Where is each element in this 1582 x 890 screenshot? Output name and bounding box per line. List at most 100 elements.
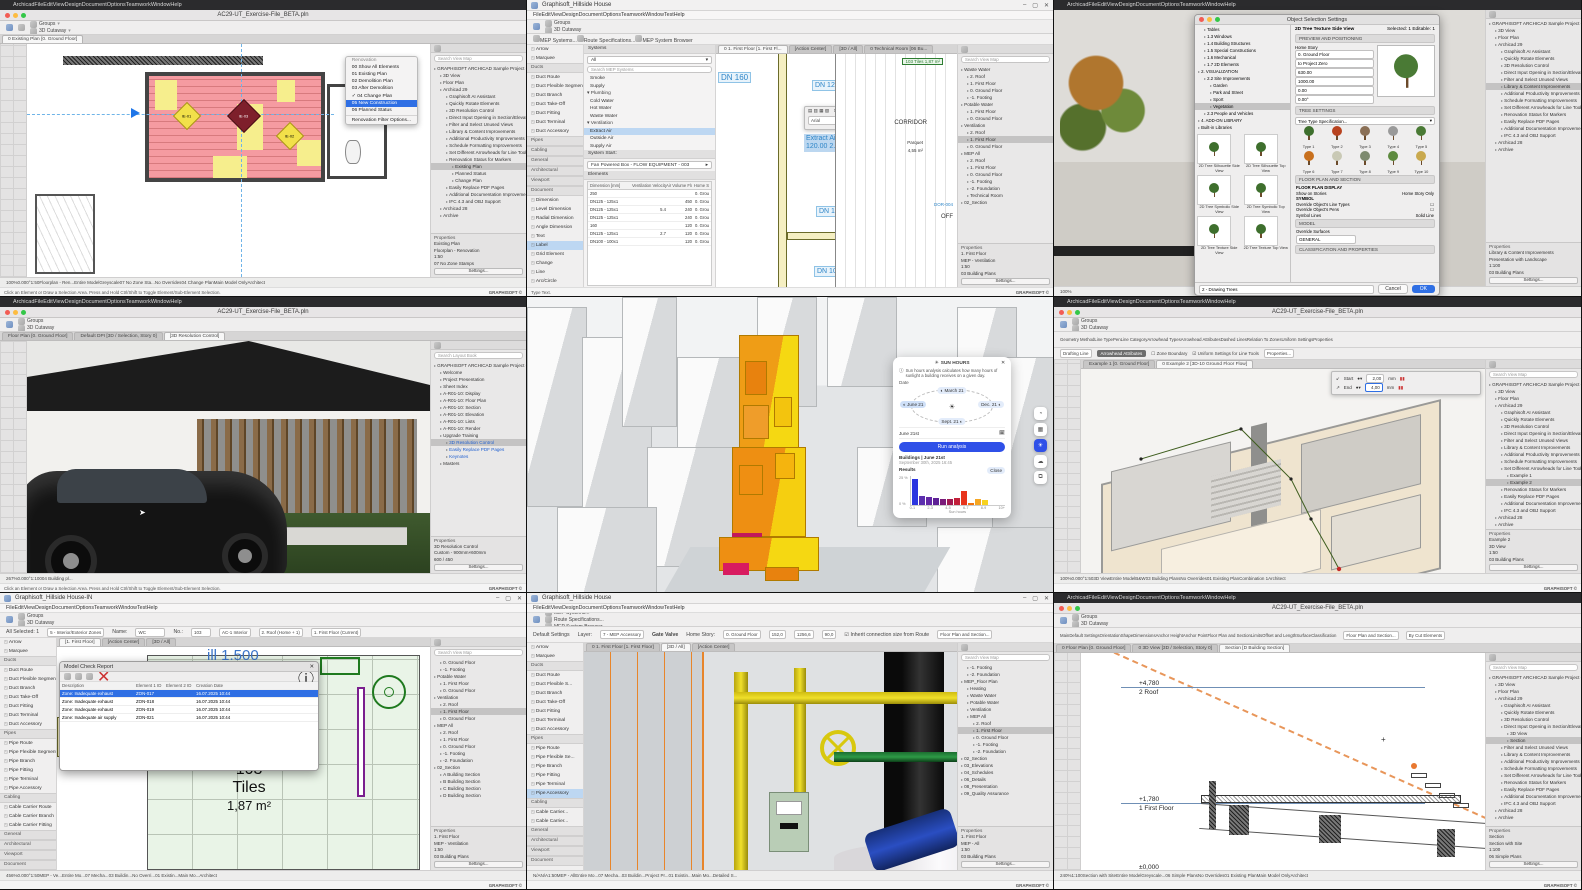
library-folder[interactable]: Tables [1195, 26, 1290, 33]
toolbox-item[interactable]: Pipe Fitting [527, 771, 583, 780]
tree-item[interactable]: GRAPHISOFT ARCHICAD Sample Project - Hil… [1486, 381, 1581, 388]
quick-option[interactable]: 07 No Zone Sta... [120, 280, 155, 285]
menu-item[interactable]: Document [1136, 2, 1161, 8]
tree-item[interactable]: Archicad 29 [1486, 402, 1581, 409]
section-tree-settings[interactable]: TREE SETTINGS [1295, 106, 1435, 115]
toolbox-item[interactable]: Ducts [527, 661, 583, 671]
duct-plan-canvas[interactable]: DN 160 DN 125 DN 125 DN 100 DN 100 ▤ ▥ ▦… [716, 54, 957, 287]
tree-item[interactable]: Schedule Formatting Improvements [1486, 458, 1581, 465]
settings-button[interactable]: Settings... [1489, 564, 1578, 571]
tree-item[interactable]: 03_Elevations [958, 762, 1053, 769]
quick-option[interactable]: Main Model Only [1257, 873, 1291, 878]
navigator-header[interactable] [1486, 360, 1581, 369]
library-folder[interactable]: 2.3 People and Vehicles [1195, 110, 1290, 117]
view-map-search[interactable]: Search View Map [434, 649, 523, 656]
tree-item[interactable]: GRAPHISOFT ARCHICAD Sample Project - Hil… [1486, 674, 1581, 681]
quick-option[interactable]: Architect [1268, 576, 1286, 581]
toolbox-item[interactable]: Pipe Fitting [0, 766, 56, 775]
weather-tool[interactable]: ☁ [1034, 455, 1047, 468]
quick-option[interactable]: Floorplan - Ren... [39, 280, 74, 285]
properties-dropdown[interactable]: Properties... [1264, 349, 1294, 358]
toolbar-group[interactable]: Default Settings [1069, 633, 1099, 638]
tree-item[interactable]: Masters [431, 460, 526, 467]
toolbar-group[interactable]: Anchor Height [1156, 633, 1183, 638]
tree-item[interactable]: Waste Water [958, 692, 1053, 699]
tree-item[interactable]: Archicad 29 [1486, 41, 1581, 48]
layout-search[interactable]: Search Layout Book [434, 352, 523, 359]
menu-item[interactable]: Design [1119, 299, 1136, 305]
tree-item[interactable]: 1. First Floor [958, 108, 1053, 115]
tree-item[interactable]: Ventilation [958, 122, 1053, 129]
toolbox-item[interactable]: Cable Carrier... [527, 808, 583, 817]
tree-type[interactable]: Type 4 [1380, 126, 1407, 150]
menu-item[interactable]: Help [674, 12, 685, 18]
tree-item[interactable]: Archicad 28 [1486, 514, 1581, 521]
toolbox-item[interactable]: Marquee [527, 652, 583, 661]
tree-item[interactable]: Schedule Formatting Improvements [431, 142, 526, 149]
toolbox-item[interactable]: Line [527, 268, 583, 277]
tab[interactable]: 0 Technical Room [06 Bu... [864, 45, 933, 53]
menu-item[interactable]: Options [1161, 299, 1180, 305]
menu-item[interactable]: Window [151, 299, 171, 305]
toolbar-button[interactable]: 3D Cutaway [1072, 325, 1108, 332]
tree-item[interactable]: Schedule Formatting Improvements [1486, 97, 1581, 104]
toolbox-item[interactable]: Pipe Branch [527, 762, 583, 771]
system-item[interactable]: Smoke [584, 75, 715, 83]
tree-item[interactable]: GRAPHISOFT ARCHICAD Sample Project - Hil… [1486, 20, 1581, 27]
quick-option[interactable]: 07 Mecha... [85, 873, 109, 878]
run-analysis-button[interactable]: Run analysis [899, 442, 1005, 452]
toolbox-item[interactable]: Architectural [527, 836, 583, 846]
bottom-field[interactable]: 152,0 [769, 630, 786, 639]
toolbox-item[interactable]: Ducts [527, 63, 583, 73]
orbit-tool[interactable]: ◔ [1034, 407, 1047, 420]
quick-option[interactable]: Main Model Only [214, 280, 248, 285]
table-row[interactable]: 1601200. Grou [588, 222, 711, 230]
undo-icon[interactable] [18, 24, 25, 31]
quick-option[interactable]: 240% [1060, 873, 1072, 878]
toolbox-item[interactable]: Pipes [527, 734, 583, 744]
mep-toolbar-button[interactable]: MEP System Browser [635, 38, 692, 44]
tree-item[interactable]: 2. Roof [958, 157, 1053, 164]
quick-option[interactable]: 1:100 [31, 576, 42, 581]
tree-item[interactable]: Library & Content Improvements [1486, 83, 1581, 90]
quick-option[interactable]: MEP - Ve... [39, 873, 62, 878]
close-icon[interactable]: ✕ [1001, 361, 1005, 366]
quick-option[interactable]: Entire Model [1110, 576, 1135, 581]
tree-item[interactable]: Renovation Status for Markers [1486, 111, 1581, 118]
menu-item[interactable]: Document [52, 605, 76, 611]
toolbar-group[interactable]: Dimensions [1133, 633, 1155, 638]
toolbox-item[interactable]: Marquee [527, 54, 583, 63]
menu-item[interactable]: Window [1205, 2, 1225, 8]
view-map-search[interactable]: Search View Map [434, 55, 523, 62]
menu-item[interactable]: Document [1136, 299, 1161, 305]
toolbox-item[interactable]: Duct Branch [527, 689, 583, 698]
toolbox-item[interactable]: Pipes [0, 729, 56, 739]
navigator-header[interactable] [1486, 653, 1581, 662]
navigator-header[interactable] [431, 341, 526, 350]
menu-item[interactable]: Document [579, 605, 603, 611]
mep-toolbar-button[interactable]: Route Specifications... [577, 38, 636, 44]
tree-item[interactable]: 0. Ground Floor [958, 87, 1053, 94]
floor-plan-canvas[interactable]: IE-01 IE-03 IE-02 Renovation 00 Show All… [27, 44, 430, 277]
quick-option[interactable]: Entire Mo... [575, 873, 598, 878]
tree-item[interactable]: 0. Ground Floor [431, 743, 526, 750]
menu-item[interactable]: Options [107, 2, 126, 8]
toolbox-item[interactable]: Cable Carrier Fitting [0, 821, 56, 830]
quick-option[interactable]: 01 Existin... [155, 873, 178, 878]
tree-item[interactable]: IFC 4.3 and OBJ Support [1486, 800, 1581, 807]
quick-option[interactable]: N/A [533, 873, 541, 878]
menu-item[interactable]: Window [645, 12, 664, 18]
tree-item[interactable]: IFC 4.3 and OBJ Support [431, 198, 526, 205]
layer-dropdown[interactable]: 2 - Drawing Trees [1199, 285, 1374, 294]
tree-item[interactable]: Set Different Arrowheads for Line Tools [1486, 104, 1581, 111]
toolbox-item[interactable]: Pipe Terminal [527, 780, 583, 789]
menu-item[interactable]: Window [1205, 595, 1225, 601]
system-item[interactable]: ▾ Ventilation [584, 120, 715, 128]
tree-item[interactable]: Library & Content Improvements [1486, 444, 1581, 451]
quick-option[interactable]: No Overrides [1180, 576, 1207, 581]
object-thumbnail[interactable]: 2D Tree Texture Side View [1197, 216, 1242, 255]
system-item[interactable]: ▾ Plumbing [584, 90, 715, 98]
toolbox-item[interactable]: Document [527, 856, 583, 866]
tree-item[interactable]: 0. Ground Floor [431, 659, 526, 666]
traffic-lights[interactable] [5, 310, 26, 315]
